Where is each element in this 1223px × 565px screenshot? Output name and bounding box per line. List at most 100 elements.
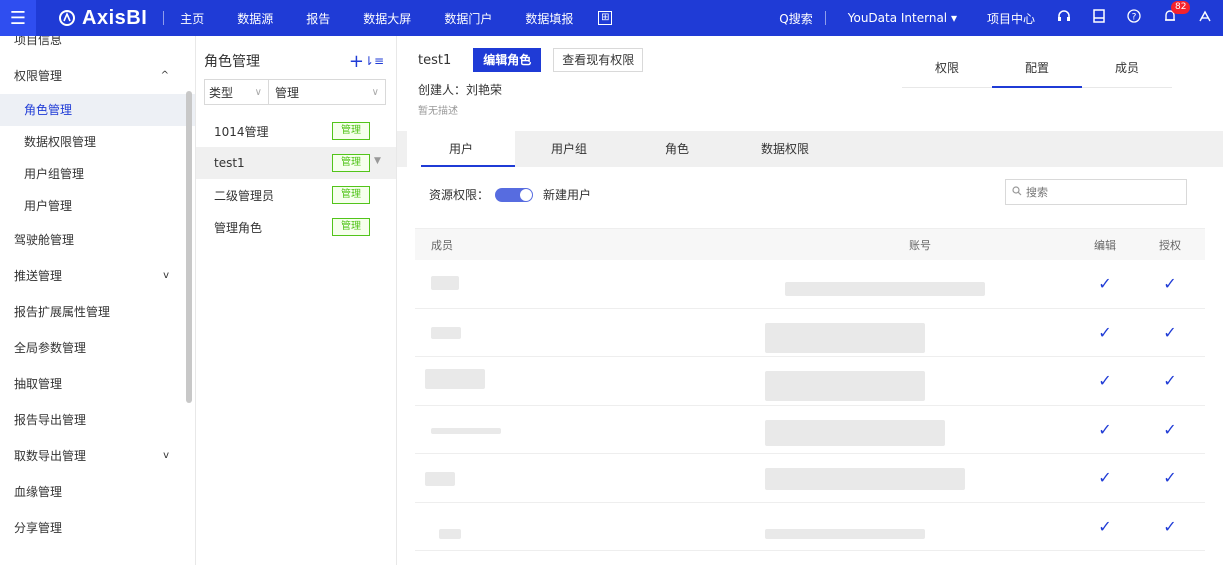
notification-bell-icon[interactable]: 82 — [1163, 1, 1191, 27]
member-search[interactable] — [1005, 179, 1187, 205]
account-cell — [765, 454, 1075, 502]
menu-icon[interactable]: ☰ — [0, 0, 36, 36]
table-row[interactable]: ✓ ✓ — [415, 357, 1205, 406]
tab-data-permission[interactable]: 数据权限 — [731, 131, 839, 167]
tab-user-groups[interactable]: 用户组 — [515, 131, 623, 167]
role-name: 二级管理员 — [214, 188, 275, 203]
brand-logo[interactable]: AxisBI — [58, 7, 147, 30]
headset-icon[interactable] — [1057, 9, 1071, 27]
role-item[interactable]: 二级管理员 管理 — [196, 179, 396, 211]
project-center-link[interactable]: 项目中心 — [987, 10, 1035, 27]
sidebar-item-user-group[interactable]: 用户组管理 — [0, 158, 195, 190]
global-search[interactable]: Q搜索 — [779, 10, 835, 27]
role-item[interactable]: test1 管理 ▼ — [196, 147, 396, 179]
member-cell — [415, 260, 765, 308]
role-filter: 类型 ∨ 管理 ∨ — [204, 79, 386, 105]
search-label[interactable]: Q搜索 — [779, 10, 812, 27]
edit-check-icon[interactable]: ✓ — [1075, 468, 1135, 487]
sidebar-item-label: 报告扩展属性管理 — [14, 305, 111, 319]
brand-name: AxisBI — [82, 6, 148, 29]
user-icon[interactable] — [1199, 10, 1211, 26]
sidebar-item-extract[interactable]: 抽取管理 — [0, 366, 195, 402]
sidebar-item-push[interactable]: 推送管理 v — [0, 258, 195, 294]
redacted-text — [431, 427, 501, 434]
edit-check-icon[interactable]: ✓ — [1075, 323, 1135, 342]
table-row[interactable]: ✓ ✓ — [415, 454, 1205, 503]
sidebar-item-user[interactable]: 用户管理 — [0, 190, 195, 222]
sidebar-item-global-params[interactable]: 全局参数管理 — [0, 330, 195, 366]
sidebar-scrollbar[interactable] — [186, 91, 192, 403]
member-cell — [415, 406, 765, 454]
sidebar-item-permission[interactable]: 权限管理 ^ — [0, 58, 195, 94]
table-row[interactable]: ✓ ✓ — [415, 406, 1205, 454]
sidebar-item-report-ext[interactable]: 报告扩展属性管理 — [0, 294, 195, 330]
filter-type-select[interactable]: 类型 ∨ — [205, 80, 269, 104]
help-icon[interactable]: ? — [1127, 9, 1141, 27]
sort-icon[interactable]: ⇂≡ — [364, 54, 384, 68]
nav-portal[interactable]: 数据门户 — [444, 10, 492, 27]
bookmark-icon[interactable] — [1093, 9, 1105, 27]
new-user-toggle[interactable] — [495, 187, 534, 202]
chevron-down-icon: ∨ — [371, 86, 379, 98]
tab-roles[interactable]: 角色 — [623, 131, 731, 167]
table-row[interactable]: ✓ ✓ — [415, 260, 1205, 309]
sidebar-item-label: 用户管理 — [24, 199, 73, 213]
add-role-icon[interactable]: + — [349, 51, 364, 72]
tab-members[interactable]: 成员 — [1082, 48, 1172, 87]
sidebar-item-cockpit[interactable]: 驾驶舱管理 — [0, 222, 195, 258]
role-item[interactable]: 1014管理 管理 — [196, 115, 396, 147]
table-row[interactable]: ✓ ✓ — [415, 309, 1205, 357]
nav-data-entry[interactable]: 数据填报 — [525, 10, 573, 27]
notification-badge: 82 — [1171, 1, 1191, 14]
main-nav: 主页 数据源 报告 数据大屏 数据门户 数据填报 ⊞ — [180, 10, 613, 27]
sidebar-item-label: 抽取管理 — [14, 377, 63, 391]
filter-value-select[interactable]: 管理 ∨ — [269, 80, 385, 104]
auth-check-icon[interactable]: ✓ — [1135, 323, 1205, 342]
tab-permission[interactable]: 权限 — [902, 48, 992, 87]
nav-home[interactable]: 主页 — [180, 10, 204, 27]
column-auth: 授权 — [1159, 238, 1181, 252]
nav-dashboard[interactable]: 数据大屏 — [363, 10, 411, 27]
sidebar-item-report-export[interactable]: 报告导出管理 — [0, 402, 195, 438]
auth-check-icon[interactable]: ✓ — [1135, 274, 1205, 293]
top-right-tools: Q搜索 YouData Internal ▾ 项目中心 ? 82 — [779, 0, 1223, 36]
redacted-text — [765, 528, 925, 539]
add-screen-icon[interactable]: ⊞ — [598, 11, 613, 25]
sidebar-item-label: 分享管理 — [14, 521, 63, 535]
auth-check-icon[interactable]: ✓ — [1135, 420, 1205, 439]
divider — [824, 11, 826, 25]
sidebar-item-data-export[interactable]: 取数导出管理 v — [0, 438, 195, 474]
search-input[interactable] — [1026, 185, 1176, 199]
project-selector[interactable]: YouData Internal ▾ — [848, 11, 957, 25]
role-item[interactable]: 管理角色 管理 — [196, 211, 396, 243]
edit-check-icon[interactable]: ✓ — [1075, 517, 1135, 536]
tab-users[interactable]: 用户 — [407, 131, 515, 167]
redacted-text — [765, 419, 945, 446]
edit-check-icon[interactable]: ✓ — [1075, 274, 1135, 293]
auth-check-icon[interactable]: ✓ — [1135, 371, 1205, 390]
redacted-text — [785, 282, 985, 296]
nav-datasource[interactable]: 数据源 — [237, 10, 273, 27]
auth-check-icon[interactable]: ✓ — [1135, 468, 1205, 487]
edit-role-button[interactable]: 编辑角色 — [473, 48, 542, 72]
edit-check-icon[interactable]: ✓ — [1075, 420, 1135, 439]
nav-report[interactable]: 报告 — [306, 10, 330, 27]
redacted-text — [431, 276, 459, 290]
redacted-text — [765, 371, 925, 401]
sidebar-item-share[interactable]: 分享管理 — [0, 510, 195, 546]
view-permissions-button[interactable]: 查看现有权限 — [553, 48, 644, 72]
sidebar-item-lineage[interactable]: 血缘管理 — [0, 474, 195, 510]
role-tag: 管理 — [332, 186, 370, 204]
caret-down-icon[interactable]: ▼ — [374, 156, 381, 166]
auth-check-icon[interactable]: ✓ — [1135, 517, 1205, 536]
table-row[interactable]: ✓ ✓ — [415, 503, 1205, 551]
role-panel-header: 角色管理 + ⇂≡ — [196, 36, 396, 86]
sidebar-item-role-management[interactable]: 角色管理 — [0, 94, 195, 126]
sidebar-item-label: 角色管理 — [24, 103, 73, 117]
tab-config[interactable]: 配置 — [992, 48, 1082, 88]
sidebar-item-project-info[interactable]: 项目信息 — [0, 36, 195, 58]
member-cell — [415, 503, 765, 551]
edit-check-icon[interactable]: ✓ — [1075, 371, 1135, 390]
sidebar-item-data-permission[interactable]: 数据权限管理 — [0, 126, 195, 158]
sidebar-item-label: 推送管理 — [14, 269, 63, 283]
